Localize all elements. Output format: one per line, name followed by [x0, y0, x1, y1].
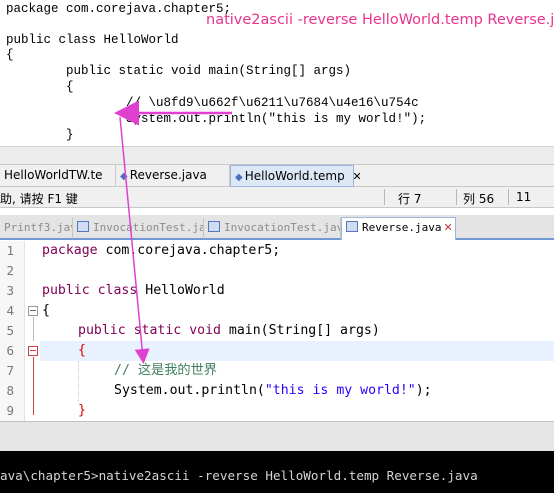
code-line: public static void main(String[] args) — [78, 323, 380, 338]
file-icon: ◆ — [120, 171, 128, 182]
tab-reverse-java[interactable]: ◆ Reverse.java — [116, 165, 230, 187]
status-hint: 助, 请按 F1 键 — [0, 192, 78, 206]
top-code-line: } — [6, 128, 74, 142]
tab-label: HelloWorldTW.te — [4, 168, 103, 182]
code-line: public class HelloWorld — [42, 283, 225, 298]
java-file-icon — [346, 221, 358, 232]
code-line: { — [78, 343, 86, 358]
line-number: 7 — [6, 363, 14, 378]
tab-reverse-java-active[interactable]: Reverse.java ✕ — [341, 217, 456, 240]
tab-label: InvocationTest.java — [93, 221, 203, 234]
console-command-line: ava\chapter5>native2ascii -reverse Hello… — [0, 468, 478, 483]
code-editor[interactable]: 1 2 3 4 5 6 7 8 9 package com.corejava.c… — [0, 241, 554, 421]
indent-guide — [78, 361, 79, 403]
line-number: 5 — [6, 323, 14, 338]
top-tab-bar: HelloWorldTW.te ◆ Reverse.java ◆ HelloWorl… — [0, 164, 554, 187]
top-code-line: public static void main(String[] args) — [6, 64, 352, 78]
current-line-highlight — [40, 341, 554, 361]
tab-invocationtest-2[interactable]: InvocationTest.java — [204, 218, 341, 239]
line-number: 3 — [6, 283, 14, 298]
line-number: 8 — [6, 383, 14, 398]
tab-label: InvocationTest.java — [224, 221, 341, 234]
panel-divider — [0, 421, 554, 451]
tab-helloworldtw[interactable]: HelloWorldTW.te — [0, 165, 116, 187]
line-number: 1 — [6, 243, 14, 258]
fold-toggle-icon[interactable] — [28, 346, 38, 356]
line-number-gutter: 1 2 3 4 5 6 7 8 9 — [0, 241, 25, 421]
line-number: 6 — [6, 343, 14, 358]
top-scroll-area — [0, 146, 554, 164]
status-divider — [384, 189, 385, 205]
line-number: 4 — [6, 303, 14, 318]
top-code-line: { — [6, 48, 14, 62]
fold-toggle-icon[interactable] — [28, 306, 38, 316]
tab-invocationtest-1[interactable]: InvocationTest.java — [73, 218, 204, 239]
command-annotation: native2ascii -reverse HelloWorld.temp Re… — [206, 12, 554, 28]
code-line: System.out.println("this is my world!"); — [114, 383, 432, 398]
line-number: 2 — [6, 263, 14, 278]
command-console[interactable]: ava\chapter5>native2ascii -reverse Hello… — [0, 451, 554, 493]
tab-label: HelloWorld.temp — [244, 169, 345, 183]
tab-label: Reverse.java — [129, 168, 207, 182]
top-code-line: // \u8fd9\u662f\u6211\u7684\u4e16\u754c — [6, 96, 419, 110]
status-column: 列 56 — [463, 192, 495, 206]
close-icon[interactable]: ✕ — [353, 170, 362, 183]
status-divider — [456, 189, 457, 205]
top-code-line: { — [6, 80, 74, 94]
tab-label: Printf3.java — [4, 221, 72, 234]
java-file-icon — [77, 221, 89, 232]
line-number: 9 — [6, 403, 14, 418]
top-code-line: public class HelloWorld — [6, 33, 179, 47]
tab-printf3[interactable]: Printf3.java — [0, 218, 73, 239]
close-icon[interactable]: ✕ — [443, 221, 452, 234]
status-bar: 助, 请按 F1 键 行 7 列 56 11 — [0, 187, 554, 208]
status-row: 行 7 — [398, 192, 422, 206]
code-comment-line: // 这是我的世界 — [114, 363, 217, 378]
tab-label: Reverse.java — [362, 221, 442, 234]
editor-tab-bar: Printf3.java InvocationTest.java Invocat… — [0, 215, 554, 240]
fold-range-line — [33, 357, 34, 415]
code-line: package com.corejava.chapter5; — [42, 243, 281, 258]
status-divider — [508, 189, 509, 205]
status-extra: 11 — [516, 190, 532, 204]
fold-range-line — [33, 317, 34, 341]
top-code-line: package com.corejava.chapter5; — [6, 2, 232, 16]
file-icon: ◆ — [235, 172, 243, 183]
top-code-line: System.out.println("this is my world!"); — [6, 112, 427, 126]
code-line: } — [78, 403, 86, 418]
tab-helloworld-temp[interactable]: ◆ HelloWorld.temp ✕ — [230, 165, 362, 187]
java-file-icon — [208, 221, 220, 232]
code-line: { — [42, 303, 50, 318]
